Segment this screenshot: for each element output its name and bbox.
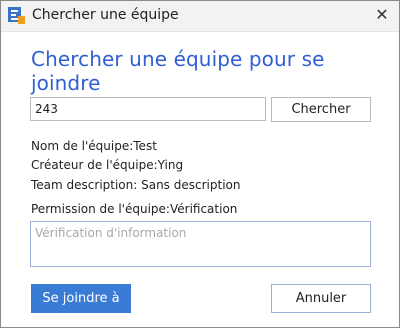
- team-name-label: Nom de l'équipe:: [31, 139, 134, 153]
- team-permission-label: Permission de l'équipe:: [31, 202, 170, 216]
- join-button[interactable]: Se joindre à: [31, 284, 131, 313]
- team-description-label: Team description:: [31, 178, 142, 192]
- join-team-dialog: Chercher une équipe ✕ Chercher une équip…: [0, 0, 400, 328]
- search-button[interactable]: Chercher: [271, 97, 371, 122]
- team-creator-label: Créateur de l'équipe:: [31, 158, 158, 172]
- team-permission-row: Permission de l'équipe:Vérification: [31, 202, 237, 216]
- page-title: Chercher une équipe pour se joindre: [31, 47, 325, 95]
- team-permission-value: Vérification: [169, 202, 238, 216]
- title-bar: Chercher une équipe ✕: [1, 1, 399, 32]
- team-creator-value: Ying: [157, 158, 184, 172]
- team-search-input[interactable]: [30, 97, 266, 121]
- team-description-value: Sans description: [141, 178, 241, 192]
- team-description-row: Team description: Sans description: [31, 178, 240, 192]
- team-creator-row: Créateur de l'équipe:Ying: [31, 158, 183, 172]
- team-name-row: Nom de l'équipe:Test: [31, 139, 157, 153]
- verification-info-field[interactable]: [30, 221, 371, 267]
- close-icon[interactable]: ✕: [373, 6, 391, 24]
- window-title: Chercher une équipe: [32, 7, 179, 23]
- app-logo-icon: [8, 7, 25, 24]
- cancel-button[interactable]: Annuler: [271, 284, 371, 313]
- team-name-value: Test: [133, 139, 157, 153]
